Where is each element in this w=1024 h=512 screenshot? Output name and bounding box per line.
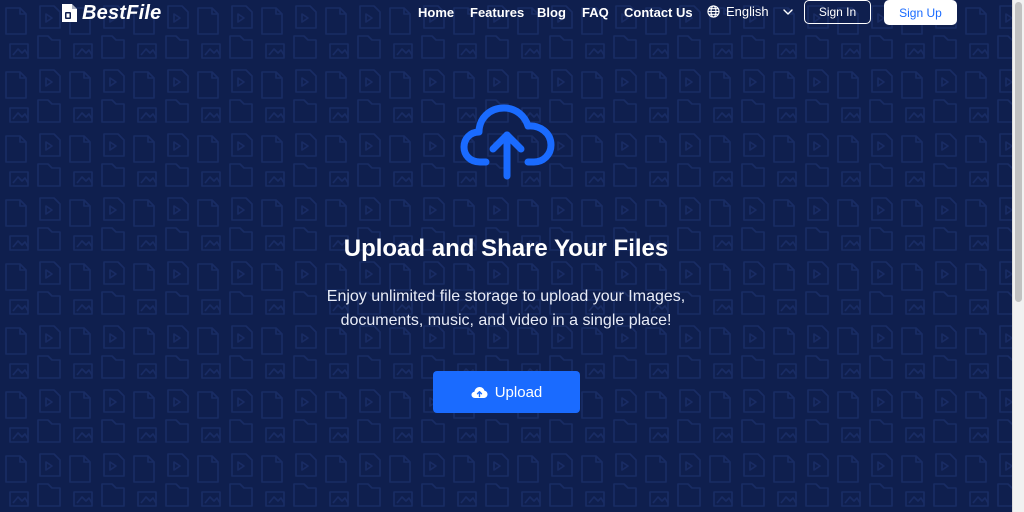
sign-up-button[interactable]: Sign Up xyxy=(884,0,957,25)
nav-contact-us[interactable]: Contact Us xyxy=(624,5,693,20)
cloud-upload-icon xyxy=(460,104,556,182)
upload-button[interactable]: Upload xyxy=(433,371,580,413)
file-logo-icon xyxy=(60,3,78,23)
language-label: English xyxy=(726,4,769,19)
scrollbar-thumb[interactable] xyxy=(1015,2,1022,302)
upload-button-label: Upload xyxy=(494,383,543,401)
hero-title: Upload and Share Your Files xyxy=(343,235,669,262)
nav-features[interactable]: Features xyxy=(470,5,524,20)
globe-icon xyxy=(707,5,720,18)
header: BestFile Home Features Blog FAQ Contact … xyxy=(0,0,1012,26)
page-scrollbar[interactable] xyxy=(1012,0,1024,512)
logo[interactable]: BestFile xyxy=(60,1,161,25)
cloud-upload-small-icon xyxy=(471,386,488,399)
hero-subtitle: Enjoy unlimited file storage to upload y… xyxy=(300,285,712,333)
hero-subtitle-line-2: documents, music, and video in a single … xyxy=(340,312,672,329)
chevron-down-icon xyxy=(782,8,793,15)
nav-blog[interactable]: Blog xyxy=(537,5,566,20)
hero-subtitle-line-1: Enjoy unlimited file storage to upload y… xyxy=(326,288,686,305)
nav-home[interactable]: Home xyxy=(418,5,454,20)
landing-page: BestFile Home Features Blog FAQ Contact … xyxy=(0,0,1012,512)
sign-in-button[interactable]: Sign In xyxy=(804,0,871,24)
nav-faq[interactable]: FAQ xyxy=(582,5,609,20)
language-selector[interactable]: English xyxy=(707,4,793,19)
logo-text: BestFile xyxy=(82,1,162,24)
